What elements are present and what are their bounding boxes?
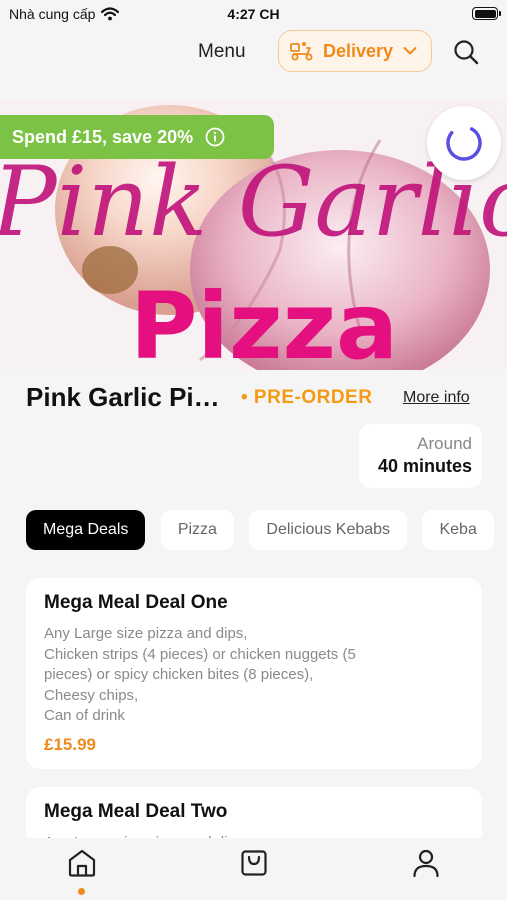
eta-label: Around: [417, 434, 472, 453]
item-description-line: Cheesy chips,: [44, 686, 139, 704]
battery-icon: [472, 7, 501, 20]
delivery-eta-card: Around 40 minutes: [359, 424, 482, 488]
active-tab-indicator: [78, 888, 85, 895]
restaurant-name: Pink Garlic Pi…: [26, 382, 220, 412]
tab-mega-deals[interactable]: Mega Deals: [26, 510, 146, 550]
item-description-line: pieces) or spicy chicken bites (8 pieces…: [44, 666, 314, 683]
more-info-link[interactable]: More info: [403, 389, 470, 407]
info-icon[interactable]: [205, 127, 225, 147]
chevron-down-icon: [403, 47, 417, 55]
item-title: Mega Meal Deal One: [44, 592, 228, 613]
status-bar: Nhà cung cấp 4:27 CH: [0, 0, 507, 28]
promo-text: Spend £15, save 20%: [12, 126, 194, 147]
category-tabs: Mega Deals Pizza Delicious Kebabs Keba: [26, 510, 507, 552]
scooter-icon: [290, 42, 313, 61]
item-description-line: Chicken strips (4 pieces) or chicken nug…: [44, 645, 356, 663]
svg-text:Pizza: Pizza: [130, 273, 398, 370]
restaurant-title-row: Pink Garlic Pi… • PRE-ORDER More info: [26, 380, 486, 416]
eta-value: 40 minutes: [377, 456, 472, 476]
bottom-tab-bar: [0, 838, 507, 900]
item-price: £15.99: [44, 734, 96, 754]
menu-item-card[interactable]: Mega Meal Deal One Any Large size pizza …: [26, 578, 482, 769]
tab-delicious-kebabs[interactable]: Delicious Kebabs: [249, 510, 408, 550]
search-icon[interactable]: [452, 38, 480, 66]
status-time: 4:27 CH: [227, 6, 280, 22]
tab-pizza[interactable]: Pizza: [160, 510, 234, 550]
svg-text:Pink Garlic: Pink Garlic: [0, 146, 507, 258]
promo-banner[interactable]: Spend £15, save 20%: [0, 115, 274, 159]
preorder-status: • PRE-ORDER: [241, 387, 373, 408]
tab-kebabs[interactable]: Keba: [422, 510, 494, 550]
item-title: Mega Meal Deal Two: [44, 801, 228, 822]
delivery-label: Delivery: [323, 40, 394, 61]
home-icon[interactable]: [67, 848, 97, 878]
menu-title: Menu: [198, 41, 246, 62]
bag-icon[interactable]: [239, 848, 269, 878]
delivery-mode-button[interactable]: Delivery: [278, 30, 432, 72]
spinner-icon: [446, 125, 482, 161]
item-description-line: Any Large size pizza and dips,: [44, 625, 248, 642]
item-description-line: Can of drink: [44, 707, 125, 724]
account-icon[interactable]: [411, 848, 441, 878]
nav-bar: Menu Delivery: [0, 28, 507, 78]
loading-spinner-button[interactable]: [427, 106, 501, 180]
item-description: Any Large size pizza and dips, Chicken s…: [44, 624, 464, 727]
